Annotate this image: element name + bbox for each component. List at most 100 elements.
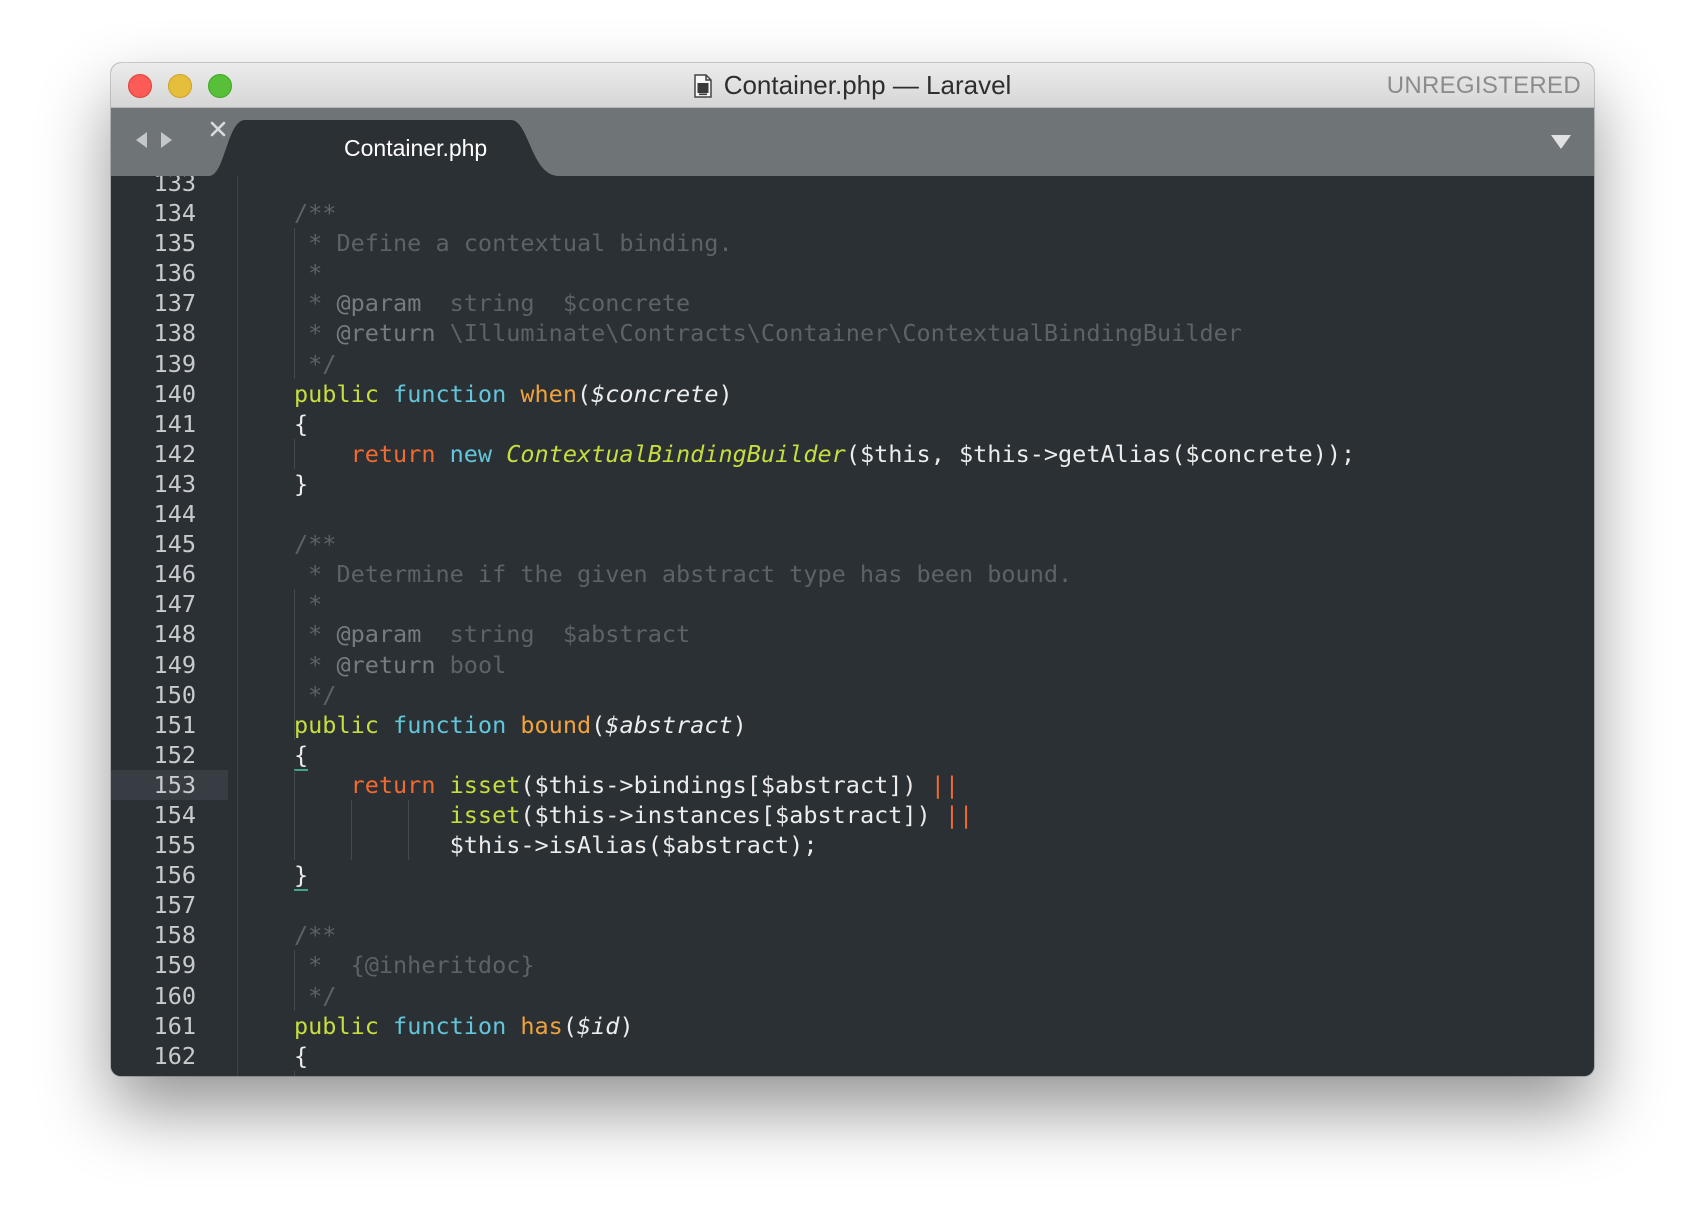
code-text: public function bound($abstract) xyxy=(294,710,747,740)
code-token: { xyxy=(294,409,309,438)
code-token: @return xyxy=(336,319,436,348)
code-line[interactable]: 146 * Determine if the given abstract ty… xyxy=(111,559,1594,589)
code-line[interactable]: 137 * @param string $concrete xyxy=(111,288,1594,319)
line-number-cell: 133 xyxy=(111,176,228,198)
code-line[interactable]: 143} xyxy=(111,469,1594,499)
code-line[interactable]: 141 { xyxy=(111,409,1594,439)
close-icon[interactable] xyxy=(209,120,227,138)
code-token: ($this->instances[$abstract]) xyxy=(520,800,945,829)
code-token: string $abstract xyxy=(421,620,691,649)
line-number-cell: 137 xyxy=(111,288,228,318)
tab-container-php[interactable]: Container.php xyxy=(209,120,559,176)
line-number: 161 xyxy=(153,1011,196,1040)
code-text: /** xyxy=(294,920,336,950)
code-token: bool xyxy=(435,650,507,679)
code-line[interactable]: 154 isset($this->instances[$abstract]) |… xyxy=(111,799,1594,831)
code-token: */ xyxy=(294,680,337,709)
code-token: $abstract xyxy=(605,710,733,739)
code-token: has xyxy=(520,1011,563,1040)
code-text: return isset($this->bindings[$abstract])… xyxy=(294,770,959,800)
line-number: 143 xyxy=(153,469,196,498)
code-line[interactable]: 157 xyxy=(111,890,1594,920)
code-line[interactable]: 161 public function has($id) xyxy=(111,1011,1594,1041)
line-number-cell: 149 xyxy=(111,650,228,680)
code-line[interactable]: 150 */ xyxy=(111,679,1594,710)
code-line[interactable]: 163 return $this->bound($id); xyxy=(111,1070,1594,1076)
code-editor[interactable]: 133 134/** 135 * Define a contextual bindi… xyxy=(111,176,1594,1076)
code-line[interactable]: 144 xyxy=(111,499,1594,529)
code-text: /** xyxy=(294,529,336,559)
line-number: 134 xyxy=(153,199,196,228)
code-token: ContextualBindingBuilder xyxy=(506,439,846,468)
code-token: return xyxy=(350,770,436,799)
line-number: 150 xyxy=(153,680,196,709)
code-line[interactable]: 134 /** xyxy=(111,198,1594,228)
code-line[interactable]: 149 * @return bool xyxy=(111,649,1594,680)
code-line[interactable]: 145 /** xyxy=(111,529,1594,559)
line-number: 159 xyxy=(153,951,196,980)
line-number: 154 xyxy=(153,800,196,829)
line-number: 162 xyxy=(153,1041,196,1070)
code-line[interactable]: 158 /** xyxy=(111,920,1594,950)
code-token: new xyxy=(449,439,493,468)
line-number: 138 xyxy=(153,319,196,348)
code-line[interactable]: 133 xyxy=(111,176,1594,198)
chevron-right-icon[interactable] xyxy=(159,130,175,150)
code-text: public function has($id) xyxy=(294,1011,634,1041)
code-line[interactable]: 156} xyxy=(111,860,1594,892)
code-line[interactable]: 140 public function when($concrete) xyxy=(111,379,1594,409)
code-line[interactable]: 151 public function bound($abstract) xyxy=(111,709,1594,740)
code-lines[interactable]: 133 134/** 135 * Define a contextual bindi… xyxy=(111,176,1594,1076)
code-line[interactable]: 153 return isset($this->bindings[$abstra… xyxy=(111,769,1594,800)
code-token: $id xyxy=(577,1011,620,1040)
line-number-cell: 136 xyxy=(111,258,228,288)
code-text: */ xyxy=(294,680,336,710)
line-number-cell: 147 xyxy=(111,589,228,619)
chevron-left-icon[interactable] xyxy=(133,130,149,150)
code-line[interactable]: 139 */ xyxy=(111,348,1594,379)
code-text: */ xyxy=(294,349,336,379)
code-line[interactable]: 147 * xyxy=(111,589,1594,620)
line-number: 145 xyxy=(153,530,196,559)
code-line[interactable]: 135 * Define a contextual binding. xyxy=(111,228,1594,259)
code-token: @return xyxy=(336,650,436,679)
code-text: isset($this->instances[$abstract]) || xyxy=(294,800,974,830)
line-number-cell: 150 xyxy=(111,680,228,710)
code-token: * Define a contextual binding. xyxy=(294,229,733,258)
code-token: { xyxy=(294,740,309,771)
code-text: public function when($concrete) xyxy=(294,379,733,409)
code-text: } xyxy=(294,860,309,892)
code-token: * xyxy=(294,650,337,679)
code-line[interactable]: 136 * xyxy=(111,258,1594,289)
code-line[interactable]: 138 * @return \Illuminate\Contracts\Cont… xyxy=(111,318,1594,349)
code-token: ( xyxy=(591,710,606,739)
code-token: bound xyxy=(520,710,592,739)
line-number: 163 xyxy=(111,1071,196,1076)
code-line[interactable]: 155 $this->isAlias($abstract); xyxy=(111,830,1594,861)
code-text: } xyxy=(294,469,308,499)
line-number-cell: 153 xyxy=(111,769,228,800)
line-number-cell: 148 xyxy=(111,619,228,649)
code-token: $this->isAlias($abstract); xyxy=(294,831,818,860)
code-line[interactable]: 159 * {@inheritdoc} xyxy=(111,950,1594,981)
code-token: function xyxy=(393,1011,507,1040)
code-token: @param xyxy=(336,289,422,318)
code-line[interactable]: 152 { xyxy=(111,740,1594,771)
chevron-down-icon[interactable] xyxy=(1550,134,1572,150)
code-line[interactable]: 142 return new ContextualBindingBuilder(… xyxy=(111,438,1594,469)
line-number: 155 xyxy=(153,831,196,860)
line-number-cell: 140 xyxy=(111,379,228,409)
editor-window: Container.php — Laravel UNREGISTERED Con… xyxy=(111,63,1594,1076)
code-token: * {@inheritdoc} xyxy=(294,951,535,980)
title-bar[interactable]: Container.php — Laravel UNREGISTERED xyxy=(111,63,1594,108)
code-line[interactable]: 162 { xyxy=(111,1041,1594,1071)
code-token: public xyxy=(294,1011,379,1040)
code-line[interactable]: 148 * @param string $abstract xyxy=(111,619,1594,650)
code-line[interactable]: 160 */ xyxy=(111,980,1594,1011)
line-number-cell: 159 xyxy=(111,950,228,980)
code-text: return new ContextualBindingBuilder($thi… xyxy=(294,439,1356,469)
code-text: return $this->bound($id); xyxy=(294,1071,705,1076)
